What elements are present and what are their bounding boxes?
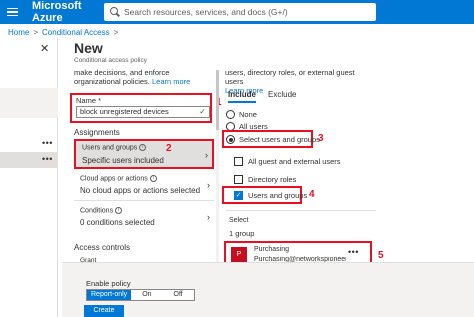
- scrollbar-thumb[interactable]: [216, 70, 219, 130]
- option-off[interactable]: Off: [163, 290, 194, 300]
- checkbox-directory-roles[interactable]: Directory roles: [234, 175, 296, 184]
- include-exclude-tabs: Include Exclude: [228, 90, 296, 103]
- search-placeholder: Search resources, services, and docs (G+…: [124, 7, 288, 17]
- enable-policy-label: Enable policy: [86, 279, 131, 288]
- checkmark-icon: ✓: [199, 107, 206, 116]
- more-options-icon[interactable]: •••: [42, 138, 53, 148]
- chevron-right-icon: ›: [205, 150, 208, 160]
- assignments-heading: Assignments: [74, 128, 120, 137]
- right-desc-text: users, directory roles, or external gues…: [225, 68, 355, 86]
- users-title-text: Users and groups: [82, 144, 138, 152]
- brand-title[interactable]: Microsoft Azure: [32, 0, 108, 24]
- cloud-title-text: Cloud apps or actions: [80, 175, 148, 183]
- left-pane: [0, 38, 58, 317]
- users-and-groups-title: Users and groups i: [82, 144, 147, 152]
- checkbox-users-groups[interactable]: ✓ Users and groups: [234, 191, 307, 200]
- conditions-value: 0 conditions selected: [80, 218, 155, 227]
- select-label: Select: [229, 217, 249, 224]
- group-count[interactable]: 1 group: [229, 229, 254, 238]
- breadcrumb-conditional-access[interactable]: Conditional Access: [42, 28, 110, 37]
- create-button[interactable]: Create: [84, 305, 124, 317]
- radio-select-users-groups[interactable]: Select users and groups: [226, 135, 320, 144]
- enable-policy-toggle: Report-only On Off: [86, 289, 195, 301]
- conditions-title-text: Conditions: [80, 207, 114, 215]
- radio-select-label: Select users and groups: [239, 135, 320, 144]
- users-and-groups-item[interactable]: Users and groups i Specific users include…: [74, 139, 214, 169]
- tab-exclude[interactable]: Exclude: [268, 90, 296, 103]
- avatar: P: [231, 247, 247, 263]
- access-controls-heading: Access controls: [74, 243, 131, 252]
- page-title: New: [74, 40, 103, 56]
- radio-none-label: None: [239, 110, 257, 119]
- radio-none[interactable]: None: [226, 110, 257, 119]
- conditions-title: Conditions i: [80, 207, 123, 215]
- intro-text: make decisions, and enforce organization…: [74, 68, 214, 86]
- info-icon: i: [149, 175, 157, 182]
- breadcrumb-home[interactable]: Home: [8, 28, 29, 37]
- page-subtitle: Conditional access policy: [74, 57, 147, 64]
- checkbox-checked-icon: ✓: [234, 191, 243, 200]
- group-name: Purchasing: [254, 246, 290, 253]
- users-and-groups-value: Specific users included: [82, 156, 164, 165]
- breadcrumb: Home > Conditional Access >: [8, 28, 118, 37]
- search-icon: [110, 7, 120, 17]
- radio-icon: [226, 110, 235, 119]
- callout-number-4: 4: [309, 189, 315, 200]
- name-field[interactable]: block unregistered devices ✓: [76, 106, 210, 118]
- info-icon: i: [115, 207, 123, 214]
- more-options-icon[interactable]: •••: [348, 247, 359, 257]
- close-icon[interactable]: ✕: [40, 42, 49, 55]
- checkbox-guest-label: All guest and external users: [248, 157, 341, 166]
- hamburger-menu-icon[interactable]: [0, 0, 24, 24]
- info-icon: i: [139, 144, 147, 151]
- radio-selected-icon: [226, 135, 235, 144]
- callout-number-3: 3: [318, 133, 324, 144]
- callout-number-5: 5: [378, 250, 384, 261]
- option-report-only[interactable]: Report-only: [87, 290, 132, 300]
- callout-number-2: 2: [166, 143, 172, 154]
- conditions-item[interactable]: Conditions i 0 conditions selected ›: [74, 204, 214, 230]
- name-label: Name *: [76, 96, 102, 105]
- learn-more-link[interactable]: Learn more: [152, 77, 190, 86]
- cloud-apps-value: No cloud apps or actions selected: [80, 186, 201, 195]
- checkbox-users-groups-label: Users and groups: [248, 191, 308, 200]
- checkbox-roles-label: Directory roles: [248, 175, 297, 184]
- tab-include[interactable]: Include: [228, 90, 257, 103]
- search-input[interactable]: Search resources, services, and docs (G+…: [104, 3, 376, 21]
- cloud-apps-title: Cloud apps or actions i: [80, 175, 157, 182]
- chevron-right-icon: ›: [207, 180, 210, 190]
- name-value: block unregistered devices: [80, 107, 169, 116]
- more-options-icon[interactable]: •••: [42, 154, 53, 164]
- checkbox-guest-external[interactable]: All guest and external users: [234, 157, 341, 166]
- divider: [226, 210, 376, 211]
- checkbox-icon: [234, 157, 243, 166]
- cloud-apps-item[interactable]: Cloud apps or actions i No cloud apps or …: [74, 172, 214, 198]
- breadcrumb-separator: >: [113, 28, 119, 37]
- option-on[interactable]: On: [131, 290, 162, 300]
- left-pane-row[interactable]: [0, 88, 58, 118]
- checkbox-icon: [234, 175, 243, 184]
- chevron-right-icon: ›: [207, 212, 210, 222]
- divider: [74, 200, 214, 201]
- breadcrumb-separator: >: [33, 28, 39, 37]
